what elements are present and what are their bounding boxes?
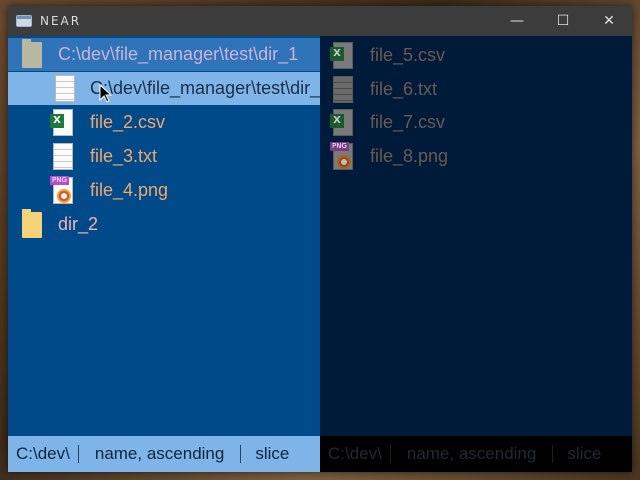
list-item-label: file_6.txt — [370, 79, 438, 99]
status-divider — [240, 445, 242, 463]
mouse-cursor-icon — [99, 84, 113, 103]
spreadsheet-file-icon: X — [330, 108, 356, 138]
spreadsheet-file-icon: X — [50, 108, 76, 138]
list-item-label: dir_2 — [58, 214, 99, 234]
status-divider — [389, 445, 391, 463]
app-icon — [16, 15, 32, 27]
minimize-button[interactable]: — — [494, 6, 540, 36]
status-mode: slice — [567, 444, 602, 463]
list-item-label: file_5.csv — [370, 45, 446, 65]
list-item-label: file_4.png — [90, 180, 169, 200]
status-divider — [552, 445, 554, 463]
status-path: C:\dev\ — [328, 444, 382, 463]
list-item-label: file_8.png — [370, 146, 449, 166]
close-button[interactable]: ✕ — [586, 6, 632, 36]
left-status-bar: C:\dev\ name, ascending slice — [8, 436, 320, 472]
text-file-icon — [330, 75, 356, 105]
right-status-bar: C:\dev\ name, ascending slice — [320, 436, 632, 472]
folder-icon — [22, 38, 42, 68]
text-file-icon — [52, 74, 78, 104]
status-sort: name, ascending — [94, 444, 225, 463]
maximize-icon: ☐ — [556, 13, 570, 29]
folder-icon — [22, 208, 42, 238]
list-item[interactable]: X file_7.csv — [320, 106, 632, 139]
right-file-panel[interactable]: X file_5.csv file_6.txt X file_7.csv PNG… — [320, 36, 632, 436]
list-item-label: C:\dev\file_manager\test\dir_1 — [58, 44, 299, 64]
list-item[interactable]: PNG file_8.png — [320, 140, 632, 173]
list-item[interactable]: file_3.txt — [8, 140, 320, 173]
list-item-folder[interactable]: dir_2 — [8, 208, 320, 241]
near-window: NEAR — ☐ ✕ C:\dev\file_manager\test\dir_… — [8, 6, 632, 472]
list-item-label: file_2.csv — [90, 112, 166, 132]
left-file-panel[interactable]: C:\dev\file_manager\test\dir_1 C:\dev\fi… — [8, 36, 320, 436]
list-item-label: file_3.txt — [90, 146, 158, 166]
list-item[interactable]: PNG file_4.png — [8, 174, 320, 207]
list-item[interactable]: file_6.txt — [320, 73, 632, 106]
spreadsheet-file-icon: X — [330, 41, 356, 71]
image-file-icon: PNG — [330, 141, 356, 172]
list-item[interactable]: X file_5.csv — [320, 39, 632, 72]
minimize-icon: — — [510, 13, 524, 29]
list-item-label: file_7.csv — [370, 112, 446, 132]
window-title: NEAR — [40, 14, 82, 28]
status-sort: name, ascending — [406, 444, 537, 463]
window-controls: — ☐ ✕ — [494, 6, 632, 36]
image-file-icon: PNG — [50, 175, 76, 206]
title-bar[interactable]: NEAR — ☐ ✕ — [8, 6, 632, 36]
text-file-icon — [50, 142, 76, 172]
status-divider — [77, 445, 79, 463]
list-item-label: C:\dev\file_manager\test\dir_1\file_1.tx… — [90, 78, 320, 98]
close-icon: ✕ — [603, 13, 615, 29]
status-mode: slice — [255, 444, 290, 463]
status-path: C:\dev\ — [16, 444, 70, 463]
list-item-folder[interactable]: C:\dev\file_manager\test\dir_1 — [8, 38, 320, 71]
maximize-button[interactable]: ☐ — [540, 6, 586, 36]
list-item-selected[interactable]: C:\dev\file_manager\test\dir_1\file_1.tx… — [8, 72, 320, 105]
list-item[interactable]: X file_2.csv — [8, 106, 320, 139]
